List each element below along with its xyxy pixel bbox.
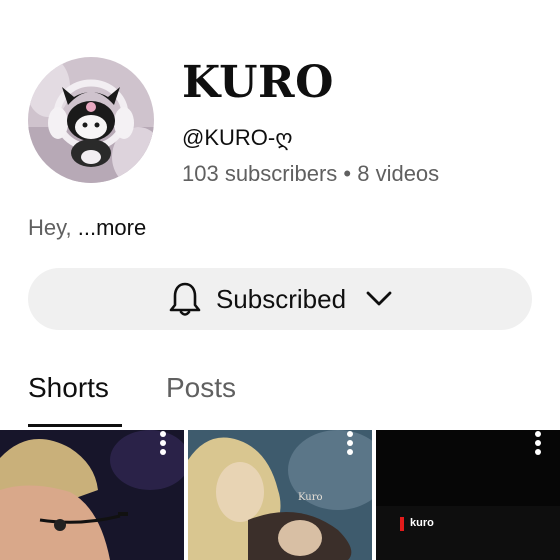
selected-tab-indicator: [28, 424, 122, 427]
short-image-1: [0, 430, 184, 560]
more-link[interactable]: ...more: [78, 215, 146, 240]
subscribed-label: Subscribed: [215, 284, 347, 314]
description-text: Hey,: [28, 215, 72, 240]
channel-name: KURO: [182, 57, 334, 108]
more-vert-icon[interactable]: [158, 430, 168, 456]
more-vert-icon[interactable]: [533, 430, 543, 456]
channel-tabs: Shorts Posts: [0, 360, 560, 430]
top-bar: [0, 0, 560, 4]
short-thumbnail-3[interactable]: kuro: [376, 430, 560, 560]
channel-handle: @KURO-ღ: [182, 125, 293, 150]
avatar[interactable]: [28, 57, 154, 183]
shorts-grid: Kuro kuro: [0, 430, 560, 560]
more-vert-icon[interactable]: [345, 430, 355, 456]
tab-posts[interactable]: Posts: [166, 370, 236, 406]
short-thumbnail-2[interactable]: Kuro: [188, 430, 372, 560]
short-thumbnail-1[interactable]: [0, 430, 184, 560]
chevron-down-icon: [366, 291, 392, 306]
channel-description[interactable]: Hey, ...more: [28, 214, 146, 242]
short-overlay-text: kuro: [410, 517, 434, 529]
search-icon[interactable]: [434, 0, 454, 4]
bell-icon: [169, 282, 201, 316]
red-bar-decoration: [400, 517, 404, 531]
channel-stats: 103 subscribers • 8 videos: [182, 161, 440, 186]
subscribed-button[interactable]: Subscribed: [28, 268, 532, 330]
tab-shorts[interactable]: Shorts: [28, 370, 109, 406]
cast-icon[interactable]: [328, 0, 368, 4]
kuromi-avatar: [28, 57, 154, 183]
short-overlay-text: Kuro: [298, 492, 323, 503]
